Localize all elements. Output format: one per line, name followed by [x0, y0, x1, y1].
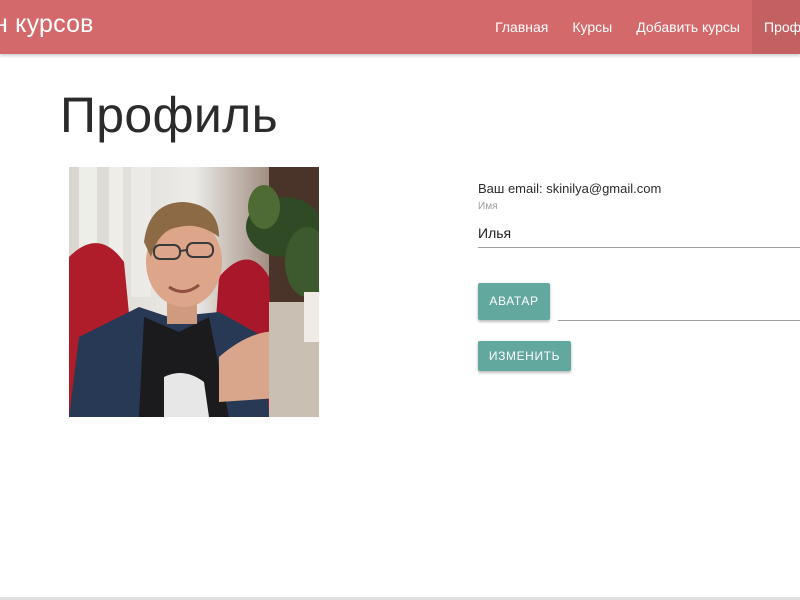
- brand-title[interactable]: н курсов: [0, 10, 94, 39]
- page-title: Профиль: [60, 87, 278, 143]
- nav-links: Главная Курсы Добавить курсы Профиль: [483, 0, 800, 54]
- avatar-file-path-input[interactable]: [558, 296, 800, 321]
- top-navbar: н курсов Главная Курсы Добавить курсы Пр…: [0, 0, 800, 54]
- nav-link-courses[interactable]: Курсы: [560, 0, 624, 54]
- avatar-image: [69, 167, 319, 417]
- nav-link-home[interactable]: Главная: [483, 0, 560, 54]
- email-line: Ваш email: skinilya@gmail.com: [478, 181, 661, 196]
- nav-link-profile[interactable]: Профиль: [752, 0, 800, 54]
- nav-link-add-courses[interactable]: Добавить курсы: [624, 0, 752, 54]
- email-prefix: Ваш email:: [478, 181, 543, 196]
- email-value: skinilya@gmail.com: [546, 181, 662, 196]
- name-input[interactable]: [478, 218, 800, 248]
- avatar-upload-button[interactable]: Аватар: [478, 283, 550, 320]
- name-label: Имя: [478, 201, 498, 212]
- submit-button[interactable]: Изменить: [478, 341, 571, 371]
- nav-link-profile-wrapper: Профиль: [752, 0, 800, 54]
